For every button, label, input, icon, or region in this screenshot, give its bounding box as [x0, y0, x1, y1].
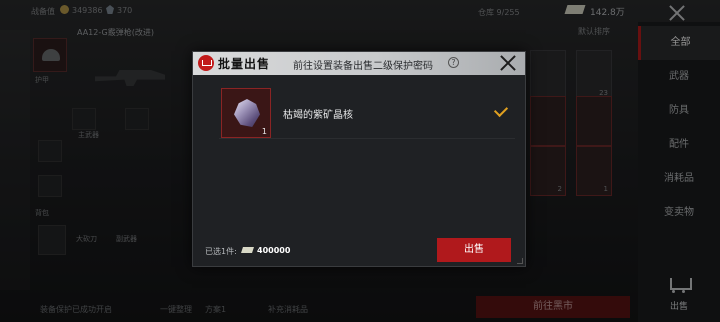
selected-count-label: 已选1件:: [205, 247, 237, 256]
cart-icon: [668, 276, 692, 294]
corner-mark: [517, 258, 523, 264]
protection-status: 装备保护已成功开启: [40, 305, 112, 314]
attachment-slot[interactable]: [125, 108, 149, 130]
plan-selector[interactable]: 方案1: [205, 304, 226, 315]
go-blackmarket-button[interactable]: 前往黑市: [476, 296, 630, 318]
coin-icon: [60, 5, 69, 14]
helmet-slot[interactable]: [33, 38, 67, 72]
refill-consumables-button[interactable]: 补充消耗品: [268, 304, 308, 315]
armor-label: 护甲: [35, 76, 49, 84]
readiness-label: 战备值: [31, 7, 55, 16]
bulk-sell-dialog: 批量出售 前往设置装备出售二级保护密码 ? 1 枯竭的紫矿晶核 已选1件: 40…: [192, 51, 526, 267]
sell-button[interactable]: 出售: [437, 238, 511, 262]
item-quantity: 1: [261, 127, 267, 136]
attachment-slot[interactable]: [72, 108, 96, 130]
close-icon[interactable]: [668, 4, 686, 22]
gem-value: 370: [117, 6, 133, 15]
attachment-slot[interactable]: [38, 175, 62, 197]
dialog-header: 批量出售 前往设置装备出售二级保护密码 ?: [193, 52, 525, 75]
top-bar: 战备值 349386 370 仓库 9/255 142.8万 默认排序: [0, 0, 640, 36]
melee-label: 大砍刀: [76, 235, 97, 243]
auto-sort-button[interactable]: 一键整理: [160, 304, 192, 315]
help-icon[interactable]: ?: [448, 57, 459, 68]
sell-item-row[interactable]: 1 枯竭的紫矿晶核: [219, 87, 515, 139]
dialog-title: 批量出售: [218, 57, 271, 71]
grid-item[interactable]: 1: [576, 146, 612, 196]
grid-item[interactable]: [576, 96, 612, 146]
sell-header-icon: [198, 55, 214, 71]
weapon-tag: AA12-G霰弹枪(改进): [77, 28, 154, 37]
sort-dropdown[interactable]: 默认排序: [578, 26, 610, 37]
item-thumbnail: 1: [221, 88, 271, 138]
category-all[interactable]: 全部: [638, 26, 720, 60]
sell-cart-button[interactable]: 出售: [638, 270, 720, 322]
item-name: 枯竭的紫矿晶核: [283, 110, 353, 121]
category-armor[interactable]: 防具: [638, 94, 720, 128]
grid-item[interactable]: [530, 50, 566, 100]
cash-icon: [241, 247, 254, 253]
selected-value: 400000: [257, 246, 291, 255]
money-value: 142.8万: [590, 8, 625, 18]
grid-item[interactable]: [530, 96, 566, 146]
grid-item[interactable]: 23: [576, 50, 612, 100]
category-weapons[interactable]: 武器: [638, 60, 720, 94]
set-password-link[interactable]: 前往设置装备出售二级保护密码: [293, 57, 433, 72]
warehouse-capacity: 仓库 9/255: [478, 8, 520, 17]
sidearm-label: 副武器: [116, 235, 137, 243]
coin-value: 349386: [72, 6, 103, 15]
sell-cart-label: 出售: [669, 302, 688, 312]
backpack-slot[interactable]: [38, 225, 66, 255]
backpack-label: 背包: [35, 209, 49, 217]
grid-item[interactable]: 2: [530, 146, 566, 196]
crystal-icon: [234, 99, 260, 127]
check-icon[interactable]: [493, 102, 509, 118]
category-attachments[interactable]: 配件: [638, 128, 720, 162]
primary-weapon-label: 主武器: [78, 131, 99, 139]
left-column: [0, 30, 30, 290]
category-sellables[interactable]: 变卖物: [638, 196, 720, 230]
attachment-slot[interactable]: [38, 140, 62, 162]
cash-icon: [564, 5, 586, 14]
category-consumables[interactable]: 消耗品: [638, 162, 720, 196]
gem-icon: [106, 5, 114, 14]
close-icon[interactable]: [499, 54, 517, 72]
